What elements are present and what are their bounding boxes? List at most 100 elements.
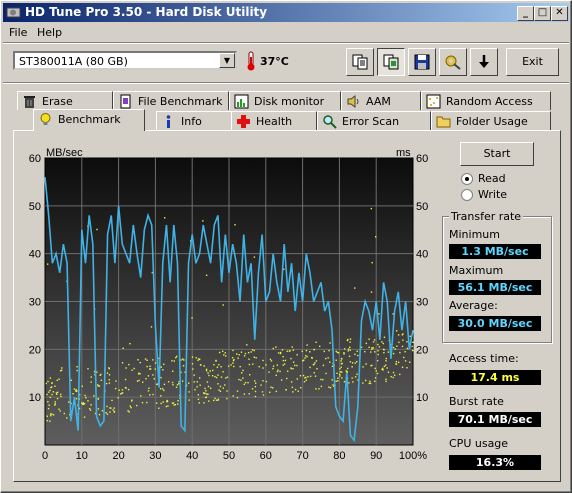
download-button[interactable]: [470, 48, 498, 76]
access-time-point: [226, 376, 229, 378]
tab-benchmark[interactable]: Benchmark: [33, 109, 145, 131]
close-button[interactable]: ✕: [551, 6, 568, 21]
tab-erase[interactable]: Erase: [17, 91, 113, 110]
thermometer-icon: [247, 51, 255, 71]
tab-disk-monitor[interactable]: Disk monitor: [229, 91, 341, 110]
tab-file-benchmark[interactable]: File Benchmark: [113, 91, 229, 110]
tab-error-scan[interactable]: Error Scan: [317, 111, 431, 130]
access-time-point: [197, 358, 200, 360]
start-button[interactable]: Start: [460, 142, 534, 166]
tab-aam[interactable]: AAM: [341, 91, 421, 110]
access-time-point: [111, 399, 113, 402]
access-time-point: [82, 402, 85, 404]
tab-folder-usage[interactable]: Folder Usage: [431, 111, 551, 130]
menu-file[interactable]: File: [9, 26, 27, 39]
access-time-point: [365, 363, 367, 365]
access-time-point: [215, 399, 218, 401]
maximize-button[interactable]: □: [534, 6, 551, 21]
title-bar[interactable]: HD Tune Pro 3.50 - Hard Disk Utility _ □…: [3, 3, 569, 22]
access-time-point: [374, 367, 376, 370]
tab-random-access[interactable]: Random Access: [421, 91, 551, 110]
access-time-point: [396, 345, 398, 347]
access-time-point: [341, 371, 343, 373]
access-time-point: [406, 367, 408, 369]
minimize-button[interactable]: _: [517, 6, 534, 21]
access-time-point: [320, 378, 322, 381]
access-time-point: [296, 364, 298, 367]
access-time-point: [51, 413, 53, 415]
access-time-point: [118, 389, 120, 391]
exit-button[interactable]: Exit: [506, 48, 559, 76]
access-time-point: [260, 384, 262, 386]
access-time-point: [220, 376, 223, 378]
access-time-point: [181, 358, 184, 360]
access-time-point: [313, 348, 315, 351]
chevron-down-icon[interactable]: ▼: [219, 53, 235, 68]
y-tick-label-right: 40: [416, 249, 428, 261]
access-time-point: [218, 351, 221, 354]
access-time-point: [226, 397, 228, 400]
copy-info-button[interactable]: [346, 48, 374, 76]
access-time-point: [54, 401, 56, 403]
access-time-point: [49, 396, 51, 399]
access-time-point: [218, 389, 220, 391]
hdtune-app-icon: [6, 7, 21, 18]
read-radio[interactable]: [461, 173, 473, 185]
access-time-point: [386, 367, 388, 369]
access-time-point: [385, 380, 387, 383]
access-time-point: [60, 395, 62, 398]
access-time-point: [327, 357, 329, 359]
access-time-point: [124, 386, 127, 389]
drive-select[interactable]: ST380011A (80 GB) ▼: [13, 51, 237, 70]
access-time-point: [194, 388, 196, 391]
access-time-point: [195, 357, 197, 359]
access-time-point: [50, 414, 52, 417]
x-tick-label: 10: [76, 450, 88, 462]
x-tick-label: 40: [186, 450, 198, 462]
access-time-point: [214, 375, 216, 378]
menu-help[interactable]: Help: [37, 26, 62, 39]
access-time-point: [218, 363, 220, 366]
access-time-point: [290, 367, 292, 369]
access-time-point: [404, 360, 407, 362]
access-time-point: [187, 382, 190, 384]
access-time-point: [387, 371, 390, 373]
copy-screenshot-button[interactable]: [377, 48, 405, 76]
access-time-point: [105, 412, 107, 414]
access-time-point: [368, 346, 370, 349]
access-time-point: [222, 387, 224, 389]
write-radio[interactable]: [461, 189, 473, 201]
access-time-point: [181, 380, 184, 382]
access-time-point: [329, 361, 331, 363]
access-time-point: [241, 372, 243, 374]
access-time-point: [224, 352, 226, 354]
access-time-point: [240, 379, 242, 381]
access-time-point: [46, 419, 49, 422]
access-time-point: [142, 381, 144, 383]
access-time-point: [377, 353, 379, 356]
access-time-point: [205, 368, 208, 371]
access-time-point: [205, 274, 208, 277]
access-time-point: [242, 377, 244, 379]
access-time-point: [362, 382, 364, 384]
x-tick-label: 80: [333, 450, 345, 462]
access-time-point: [373, 339, 376, 341]
access-time-point: [232, 359, 235, 362]
access-time-point: [150, 368, 152, 370]
access-time-point: [394, 374, 396, 376]
access-time-point: [403, 356, 405, 359]
access-time-point: [93, 395, 95, 397]
access-time-point: [254, 390, 257, 393]
access-time-point: [205, 390, 207, 392]
access-time-point: [341, 377, 343, 379]
access-time-point: [197, 359, 199, 362]
options-button[interactable]: [439, 48, 467, 76]
save-button[interactable]: [408, 48, 436, 76]
access-time-point: [305, 354, 307, 357]
access-time-point: [75, 389, 77, 391]
access-time-point: [408, 361, 411, 363]
access-time-point: [253, 356, 256, 359]
tab-health[interactable]: Health: [231, 111, 317, 130]
access-time-point: [385, 357, 387, 360]
access-time-point: [191, 363, 194, 365]
